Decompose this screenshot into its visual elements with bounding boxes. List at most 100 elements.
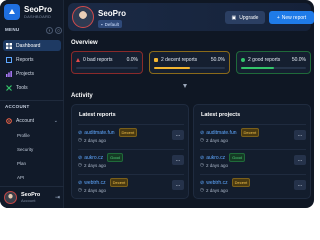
- site-link[interactable]: auditmate.fun: [84, 130, 114, 136]
- site-link-wrap: ⊘ auditmate.fun Decent: [200, 128, 260, 137]
- card-label-wrap: 0 bad reports: [76, 57, 112, 63]
- layout-icon[interactable]: ○: [55, 27, 62, 34]
- menu-section-label: MENU: [5, 27, 20, 32]
- brand-subtitle: DASHBOARD: [24, 14, 52, 19]
- link-icon: ⊘: [200, 179, 205, 186]
- site-link[interactable]: webtrh.cz: [206, 180, 227, 186]
- user-footer[interactable]: SeoPro Account ⇥: [0, 186, 64, 208]
- activity-title: Activity: [71, 93, 93, 99]
- brand[interactable]: SeoPro DASHBOARD: [4, 4, 52, 20]
- more-button[interactable]: ...: [294, 155, 306, 165]
- user-role: Account: [21, 198, 36, 203]
- timestamp: 2 days ago: [205, 162, 228, 168]
- link-icon: ⊘: [200, 154, 205, 161]
- list-item[interactable]: ⊘ webtrh.cz Decent ◷ 2 days ago ...: [78, 178, 184, 198]
- progress-fill: [241, 67, 274, 69]
- date-wrap: ◷ 2 days ago: [200, 187, 228, 193]
- chevron-down-icon: ⌄: [53, 117, 58, 124]
- card-label-wrap: 2 decent reports: [154, 57, 197, 63]
- sidebar-item-tools[interactable]: Tools: [3, 82, 61, 93]
- badge-icon: ▪: [101, 21, 103, 27]
- collapse-icon[interactable]: ‹: [46, 27, 53, 34]
- clock-icon: ◷: [78, 137, 82, 142]
- date-wrap: ◷ 2 days ago: [78, 187, 106, 193]
- sidebar-item-label: Projects: [16, 70, 35, 77]
- more-button[interactable]: ...: [294, 180, 306, 190]
- sidebar-item-account[interactable]: Account ⌄: [3, 115, 61, 126]
- timestamp: 2 days ago: [83, 162, 106, 168]
- more-button[interactable]: ...: [172, 155, 184, 165]
- progress-fill: [154, 67, 190, 69]
- progress-track: [76, 67, 138, 69]
- list-item[interactable]: ⊘ aukro.cz Good ◷ 2 days ago ...: [200, 153, 306, 173]
- decent-icon: [154, 58, 158, 62]
- good-reports-card[interactable]: 2 good reports 50.0%: [236, 51, 311, 74]
- plus-icon: +: [276, 14, 280, 21]
- list-item[interactable]: ⊘ auditmate.fun Decent ◷ 2 days ago ...: [78, 128, 184, 148]
- sidebar-subitem-plan[interactable]: Plan: [17, 161, 26, 166]
- panel-title: Latest reports: [79, 112, 116, 118]
- link-icon: ⊘: [78, 179, 83, 186]
- date-wrap: ◷ 2 days ago: [200, 137, 228, 143]
- more-button[interactable]: ...: [172, 130, 184, 140]
- chart-icon: [6, 70, 12, 77]
- account-section-label: ACCOUNT: [5, 104, 30, 109]
- status-badge: Decent: [231, 178, 251, 187]
- good-icon: [241, 58, 245, 62]
- upgrade-label: Upgrade: [239, 14, 259, 21]
- more-button[interactable]: ...: [294, 130, 306, 140]
- list-item[interactable]: ⊘ webtrh.cz Decent ◷ 2 days ago ...: [200, 178, 306, 198]
- row-divider: [78, 174, 184, 175]
- clock-icon: ◷: [78, 162, 82, 167]
- card-label: 0 bad reports: [83, 57, 113, 63]
- tools-icon: [6, 84, 12, 91]
- list-item[interactable]: ⊘ auditmate.fun Decent ◷ 2 days ago ...: [200, 128, 306, 148]
- sidebar-subitem-profile[interactable]: Profile: [17, 133, 30, 138]
- bad-reports-card[interactable]: 0 bad reports 0.0%: [71, 51, 143, 74]
- plan-badge: ▪ Default: [98, 20, 122, 28]
- clock-icon: ◷: [200, 187, 204, 192]
- logout-icon[interactable]: ⇥: [55, 194, 60, 201]
- app-window: SeoPro DASHBOARD MENU ‹ ○ Dashboard Repo…: [0, 0, 314, 208]
- new-report-label: New report: [281, 14, 307, 21]
- sidebar-controls: ‹ ○: [46, 27, 62, 34]
- date-wrap: ◷ 2 days ago: [78, 137, 106, 143]
- card-label: 2 decent reports: [161, 57, 198, 63]
- profile-header: SeoPro ▪ Default ▣ Upgrade + New report: [68, 3, 314, 31]
- timestamp: 2 days ago: [205, 187, 228, 193]
- clock-icon: ◷: [200, 162, 204, 167]
- timestamp: 2 days ago: [83, 187, 106, 193]
- upgrade-icon: ▣: [231, 14, 237, 21]
- brand-title: SeoPro: [24, 5, 53, 14]
- sidebar: SeoPro DASHBOARD MENU ‹ ○ Dashboard Repo…: [0, 0, 64, 208]
- sidebar-item-projects[interactable]: Projects: [3, 68, 61, 79]
- site-link[interactable]: webtrh.cz: [84, 180, 105, 186]
- sidebar-item-label: Account: [16, 117, 35, 124]
- site-link[interactable]: aukro.cz: [206, 155, 225, 161]
- avatar[interactable]: [72, 6, 94, 28]
- row-divider: [78, 124, 184, 125]
- site-link-wrap: ⊘ aukro.cz Good: [200, 153, 245, 162]
- latest-projects-panel: Latest projects ⊘ auditmate.fun Decent ◷…: [193, 104, 311, 199]
- list-item[interactable]: ⊘ aukro.cz Good ◷ 2 days ago ...: [78, 153, 184, 173]
- sidebar-item-label: Dashboard: [16, 42, 41, 49]
- progress-track: [241, 67, 306, 69]
- upgrade-button[interactable]: ▣ Upgrade: [225, 11, 265, 24]
- new-report-button[interactable]: + New report: [269, 11, 314, 24]
- clock-icon: ◷: [200, 137, 204, 142]
- decent-reports-card[interactable]: 2 decent reports 50.0%: [149, 51, 230, 74]
- sidebar-item-reports[interactable]: Reports: [3, 54, 61, 65]
- row-divider: [78, 149, 184, 150]
- logo-icon: [4, 4, 20, 20]
- site-link[interactable]: aukro.cz: [84, 155, 103, 161]
- sidebar-item-dashboard[interactable]: Dashboard: [3, 40, 61, 51]
- site-link-wrap: ⊘ webtrh.cz Decent: [78, 178, 129, 187]
- link-icon: ⊘: [78, 154, 83, 161]
- site-link-wrap: ⊘ webtrh.cz Decent: [200, 178, 251, 187]
- more-button[interactable]: ...: [172, 180, 184, 190]
- card-percent: 50.0%: [291, 57, 306, 63]
- sidebar-subitem-security[interactable]: Security: [17, 147, 33, 152]
- site-link[interactable]: auditmate.fun: [206, 130, 236, 136]
- card-percent: 0.0%: [126, 57, 138, 63]
- sidebar-subitem-api[interactable]: API: [17, 175, 24, 180]
